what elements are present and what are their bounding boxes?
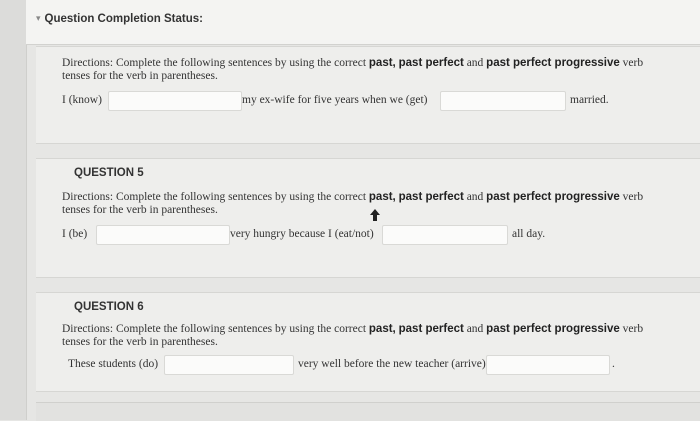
sentence-part-1: I (know) xyxy=(62,94,102,106)
answer-blank-1[interactable] xyxy=(108,91,242,111)
question-heading: QUESTION 5 xyxy=(74,167,144,179)
question-block-5: QUESTION 5 Directions: Complete the foll… xyxy=(36,158,700,278)
answer-blank-1[interactable] xyxy=(96,225,230,245)
sentence-part-3: all day. xyxy=(512,228,546,240)
sentence-part-2: very well before the new teacher (arrive… xyxy=(298,358,486,370)
completion-status-toggle[interactable]: ▾ Question Completion Status: xyxy=(36,13,203,25)
directions-text: Directions: Complete the following sente… xyxy=(62,57,644,82)
sentence-row: These students (do) very well before the… xyxy=(62,355,682,377)
left-rail xyxy=(0,0,27,420)
question-block-6: QUESTION 6 Directions: Complete the foll… xyxy=(36,292,700,392)
sentence-part-1: I (be) xyxy=(62,228,88,240)
sentence-part-3: married. xyxy=(570,94,609,106)
next-question-strip xyxy=(36,402,700,421)
completion-status-label: Question Completion Status: xyxy=(44,13,203,25)
answer-blank-2[interactable] xyxy=(382,225,508,245)
sentence-row: I (know) my ex-wife for five years when … xyxy=(62,91,682,113)
sentence-part-2: very hungry because I (eat/not) xyxy=(230,228,374,240)
completion-status-bar: ▾ Question Completion Status: xyxy=(26,0,700,45)
answer-blank-1[interactable] xyxy=(164,355,294,375)
sentence-row: I (be) very hungry because I (eat/not) a… xyxy=(62,225,682,247)
page: ▾ Question Completion Status: Directions… xyxy=(0,0,700,421)
directions-text: Directions: Complete the following sente… xyxy=(62,323,644,348)
sentence-part-2: my ex-wife for five years when we (get) xyxy=(242,94,428,106)
directions-text: Directions: Complete the following sente… xyxy=(62,191,644,216)
sentence-part-1: These students (do) xyxy=(68,358,159,370)
question-block-4: Directions: Complete the following sente… xyxy=(36,46,700,144)
mouse-cursor-icon xyxy=(370,209,380,221)
answer-blank-2[interactable] xyxy=(486,355,610,375)
bullet-toggle-icon: ▾ xyxy=(36,14,41,24)
question-heading: QUESTION 6 xyxy=(74,301,144,313)
sentence-part-3: . xyxy=(612,358,615,370)
answer-blank-2[interactable] xyxy=(440,91,566,111)
